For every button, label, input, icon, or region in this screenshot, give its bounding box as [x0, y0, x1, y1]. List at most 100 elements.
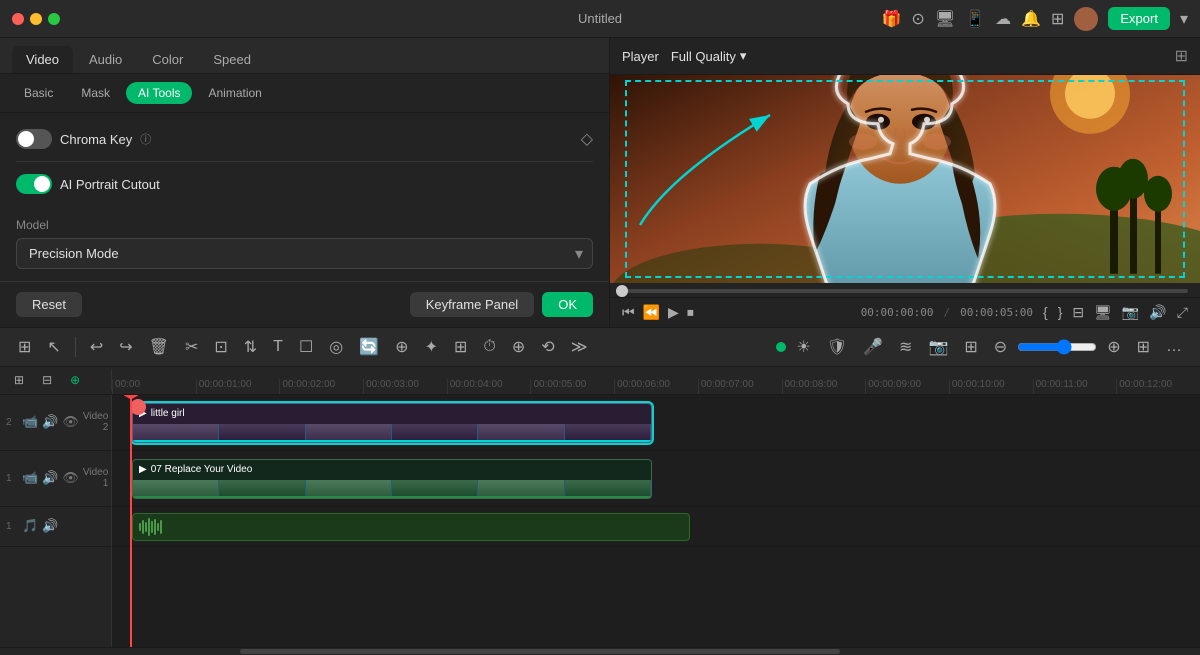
girl-clip[interactable]: ▶ little girl	[132, 403, 652, 443]
camera-icon[interactable]: 📷	[1122, 304, 1139, 321]
audio-clip[interactable]	[132, 513, 690, 541]
fullscreen-button[interactable]	[48, 13, 60, 25]
tool-add-icon[interactable]: ⊕	[389, 333, 414, 361]
bracket-close-icon[interactable]: }	[1058, 304, 1063, 320]
tool-text-icon[interactable]: T	[267, 334, 289, 360]
fullscreen-icon[interactable]: ⤢	[1177, 304, 1188, 321]
tool-delete-icon[interactable]: 🗑	[143, 333, 175, 361]
chroma-key-row: Chroma Key ⓘ ◇	[16, 129, 593, 149]
model-select[interactable]: Precision Mode Fast Mode High Quality Mo…	[16, 238, 593, 269]
track-2-eye-icon[interactable]: 👁	[62, 414, 79, 430]
quality-selector[interactable]: Full Quality ▾	[671, 48, 747, 64]
tool-timer-icon[interactable]: ⏱	[477, 334, 501, 360]
reset-button[interactable]: Reset	[16, 292, 82, 317]
tool-adjust-icon[interactable]: ⟲	[535, 333, 560, 361]
tool-split-icon[interactable]: ⇅	[238, 333, 263, 361]
tool-effect-icon[interactable]: ✦	[419, 333, 444, 361]
export-button[interactable]: Export	[1108, 7, 1170, 30]
sub-tab-animation[interactable]: Animation	[196, 82, 273, 104]
audio-volume-icon[interactable]: 🔊	[42, 518, 58, 534]
track-2-control: 2 📹 🔊 👁 Video 2	[0, 395, 111, 451]
export-dropdown-icon[interactable]: ▾	[1180, 9, 1188, 29]
tool-wave-icon[interactable]: ≋	[893, 333, 918, 361]
progress-thumb[interactable]	[616, 285, 628, 297]
audio-track-icon[interactable]: 🎵	[22, 518, 38, 534]
minimize-button[interactable]	[30, 13, 42, 25]
tool-shield-icon[interactable]: 🛡	[821, 333, 853, 361]
ai-portrait-toggle[interactable]	[16, 174, 52, 194]
close-button[interactable]	[12, 13, 24, 25]
tool-sun-icon[interactable]: ☀	[790, 333, 816, 361]
split-icon[interactable]: ⊟	[1072, 304, 1084, 321]
tool-merge-icon[interactable]: ⊞	[448, 333, 473, 361]
tab-audio[interactable]: Audio	[75, 46, 136, 73]
ruler-mark-9: 00:00:09:00	[865, 379, 949, 394]
ok-button[interactable]: OK	[542, 292, 593, 317]
keyframe-panel-button[interactable]: Keyframe Panel	[410, 292, 535, 317]
tool-mic-icon[interactable]: 🎤	[857, 333, 889, 361]
monitor-icon[interactable]: 🖥	[1094, 304, 1112, 321]
track-2-audio-icon[interactable]: 🔊	[42, 414, 58, 430]
cloud-icon[interactable]: ☁	[995, 9, 1011, 29]
tab-video[interactable]: Video	[12, 46, 73, 73]
tool-shape-icon[interactable]: ☐	[293, 333, 319, 361]
tool-more-options-icon[interactable]: …	[1160, 334, 1188, 360]
tool-cursor-icon[interactable]: ↖	[41, 333, 66, 361]
tool-rotate-icon[interactable]: 🔄	[353, 333, 385, 361]
progress-track[interactable]	[622, 289, 1188, 293]
landscape-clip[interactable]: ▶ 07 Replace Your Video	[132, 459, 652, 499]
tool-zoom-plus-icon[interactable]: ⊕	[1101, 333, 1126, 361]
zoom-slider[interactable]	[1017, 339, 1097, 355]
tool-import-icon[interactable]: ⊞	[958, 333, 983, 361]
snap-icon[interactable]: ⊕	[64, 369, 86, 391]
gift-icon[interactable]: 🎁	[882, 9, 902, 29]
sub-tab-ai-tools[interactable]: AI Tools	[126, 82, 192, 104]
tab-color[interactable]: Color	[138, 46, 197, 73]
scrollbar-thumb[interactable]	[240, 649, 840, 654]
grid-icon[interactable]: ⊞	[1051, 9, 1064, 29]
track-1-audio-icon[interactable]: 🔊	[42, 470, 58, 486]
wave-bar	[139, 523, 141, 531]
player-progress[interactable]	[610, 283, 1200, 297]
toolbar-right: ☀ 🛡 🎤 ≋ 📷 ⊞ ⊖ ⊕ ⊞ …	[776, 333, 1188, 361]
play-icon[interactable]: ▶	[668, 304, 679, 321]
tool-zoom-icon[interactable]: ⊕	[506, 333, 531, 361]
tool-cam-icon[interactable]: 📷	[922, 333, 954, 361]
tool-redo-icon[interactable]: ↪	[113, 333, 138, 361]
tab-speed[interactable]: Speed	[199, 46, 265, 73]
step-back-icon[interactable]: ⏪	[643, 304, 660, 321]
sub-tab-mask[interactable]: Mask	[69, 82, 122, 104]
track-1-eye-icon[interactable]: 👁	[62, 470, 79, 486]
tool-grid-layout-icon[interactable]: ⊞	[1131, 333, 1156, 361]
track-1-video-icon[interactable]: 📹	[22, 470, 38, 486]
circle-icon[interactable]: ⊙	[911, 9, 924, 29]
chroma-key-info-icon[interactable]: ⓘ	[140, 131, 151, 147]
ruler-mark-7: 00:00:07:00	[698, 379, 782, 394]
stop-icon[interactable]: ⏹	[687, 304, 694, 321]
device-icon[interactable]: 📱	[965, 9, 985, 29]
volume-icon[interactable]: 🔊	[1149, 304, 1166, 321]
tracks-content: ▶ little girl	[112, 395, 1200, 648]
chroma-key-expand-icon[interactable]: ◇	[581, 129, 593, 149]
sub-tab-basic[interactable]: Basic	[12, 82, 65, 104]
skip-back-icon[interactable]: ⏮	[622, 304, 635, 321]
timeline-scrollbar[interactable]	[0, 647, 1200, 655]
add-track-icon[interactable]: ⊞	[8, 369, 30, 391]
track-2-video-icon[interactable]: 📹	[22, 414, 38, 430]
tool-layout-icon[interactable]: ⊞	[12, 333, 37, 361]
tool-trim-icon[interactable]: ⊡	[208, 333, 233, 361]
girl-clip-label: ▶ little girl	[133, 404, 651, 424]
grid-view-icon[interactable]: ⊞	[1175, 48, 1188, 65]
chroma-key-toggle[interactable]	[16, 129, 52, 149]
screen-icon[interactable]: 🖥	[935, 9, 955, 29]
tool-zoom-minus-icon[interactable]: ⊖	[988, 333, 1013, 361]
tool-undo-icon[interactable]: ↩	[84, 333, 109, 361]
tool-more-icon[interactable]: ≫	[565, 333, 594, 361]
playhead[interactable]	[130, 395, 132, 648]
bell-icon[interactable]: 🔔	[1021, 9, 1041, 29]
tool-cut-icon[interactable]: ✂	[179, 333, 204, 361]
collapse-icon[interactable]: ⊟	[36, 369, 58, 391]
avatar[interactable]	[1074, 7, 1098, 31]
tool-draw-icon[interactable]: ◎	[323, 333, 349, 361]
bracket-open-icon[interactable]: {	[1043, 304, 1048, 320]
